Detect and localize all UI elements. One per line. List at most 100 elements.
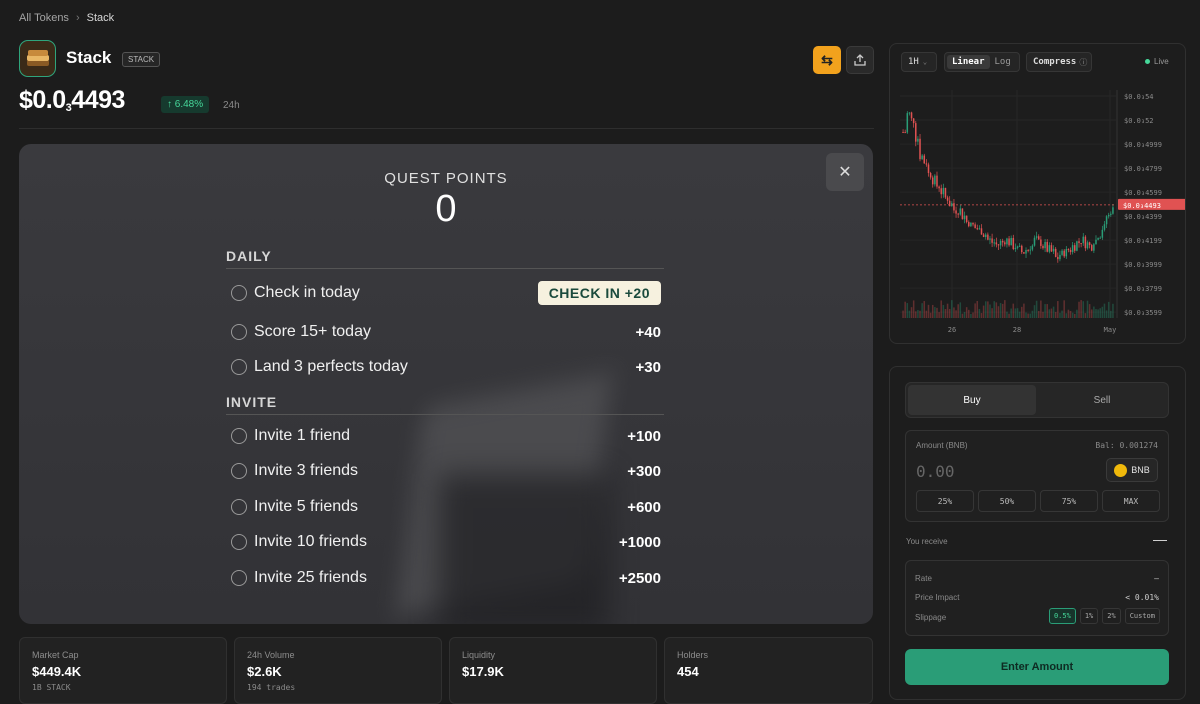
quest-label: Land 3 perfects today <box>254 358 408 375</box>
candle-body <box>929 173 932 178</box>
candle-body <box>955 210 957 214</box>
volume-bar <box>1061 310 1063 318</box>
volume-bar <box>970 313 972 318</box>
preset-max-button[interactable]: MAX <box>1102 490 1160 512</box>
candle-body <box>1097 238 1099 240</box>
candle-body <box>925 163 928 165</box>
stat-label: 24h Volume <box>247 650 295 660</box>
preset-50-button[interactable]: 50% <box>978 490 1036 512</box>
tab-buy[interactable]: Buy <box>908 385 1036 415</box>
enter-amount-button[interactable]: Enter Amount <box>905 649 1169 685</box>
quest-row: Invite 1 friend +100 <box>231 424 661 448</box>
amount-input[interactable]: 0.00 <box>916 462 955 481</box>
compress-toggle[interactable]: Compress ⓘ <box>1026 52 1092 72</box>
check-in-button[interactable]: CHECK IN +20 <box>537 281 661 305</box>
quest-status-circle <box>231 570 247 586</box>
stat-label: Market Cap <box>32 650 79 660</box>
volume-bar <box>1107 301 1110 318</box>
stat-sub: 194 trades <box>247 683 296 692</box>
share-button[interactable] <box>846 46 874 74</box>
candle-body <box>1110 213 1112 215</box>
slippage-custom-button[interactable]: Custom <box>1124 608 1160 624</box>
token-name: Stack <box>66 48 112 67</box>
volume-bar <box>938 312 940 318</box>
volume-bar <box>912 300 915 318</box>
candle-body <box>948 200 951 207</box>
volume-bar <box>1021 306 1023 318</box>
token-symbol-badge: STACK <box>122 52 161 67</box>
candle-body <box>1069 249 1072 253</box>
preset-25-button[interactable]: 25% <box>916 490 974 512</box>
amount-label: Amount (BNB) <box>916 441 968 450</box>
candle-body <box>1037 236 1040 240</box>
candle-body <box>1025 250 1027 254</box>
volume-bar <box>1059 312 1061 318</box>
quest-row: Invite 5 friends +600 <box>231 495 661 519</box>
candle-body <box>965 215 968 223</box>
candle-body <box>944 187 947 198</box>
quest-label: Invite 25 friends <box>254 569 367 586</box>
candle-body <box>1084 236 1087 249</box>
quest-label: Invite 10 friends <box>254 533 367 550</box>
candle-body <box>1033 237 1036 246</box>
stat-label: Liquidity <box>462 650 496 660</box>
currency-select[interactable]: BNB <box>1106 458 1158 482</box>
slippage-2-button[interactable]: 2% <box>1102 608 1121 624</box>
slippage-0-5-button[interactable]: 0.5% <box>1048 608 1076 624</box>
interval-select[interactable]: 1H ⌄ <box>901 52 937 72</box>
scale-linear-button[interactable]: Linear <box>947 55 990 69</box>
stat-value: $449.4K <box>32 664 82 679</box>
volume-bar <box>987 301 989 318</box>
slippage-1-button[interactable]: 1% <box>1079 608 1099 624</box>
stat-volume: 24h Volume $2.6K 194 trades <box>234 637 442 704</box>
volume-bar <box>1023 303 1025 318</box>
receive-label: You receive <box>906 537 948 546</box>
price-change-period: 24h <box>223 100 240 111</box>
y-tick-label: $0.0₃3999 <box>1124 261 1162 269</box>
volume-bar <box>902 310 904 318</box>
volume-bar <box>993 301 995 318</box>
candle-body <box>1008 238 1010 246</box>
candle-body <box>1093 244 1095 251</box>
volume-bar <box>908 310 911 318</box>
candlestick-chart[interactable]: $0.0₃54 $0.0₃52 $0.0₃4999 $0.0₃4799 $0.0₃459… <box>890 80 1186 344</box>
candle-body <box>982 234 985 238</box>
preset-buttons: 25% 50% 75% MAX <box>916 490 1160 512</box>
volume-bar <box>1008 313 1010 318</box>
swap-button[interactable]: ⇆ <box>813 46 841 74</box>
y-tick-label: $0.0₃4199 <box>1124 237 1162 245</box>
candle-body <box>995 242 998 245</box>
candle-body <box>1018 245 1021 247</box>
volume-bar <box>1050 308 1053 318</box>
quest-points-title: QUEST POINTS <box>384 170 508 187</box>
candle-body <box>1103 224 1106 230</box>
breadcrumb-current: Stack <box>86 12 115 24</box>
candle-body <box>1006 238 1008 245</box>
volume-bar <box>910 307 913 318</box>
volume-bar <box>1105 310 1108 318</box>
price-change-badge: ↑ 6.48% <box>161 96 210 113</box>
volume-bar <box>1029 313 1032 318</box>
quest-label: Invite 1 friend <box>254 427 351 444</box>
candle-body <box>1021 245 1023 253</box>
volume-bar <box>929 312 932 318</box>
breadcrumb-all-tokens[interactable]: All Tokens <box>19 12 69 24</box>
preset-75-button[interactable]: 75% <box>1040 490 1098 512</box>
x-tick-label: 26 <box>948 326 956 334</box>
stat-holders: Holders 454 <box>664 637 873 704</box>
scale-log-button[interactable]: Log <box>990 55 1016 69</box>
tab-sell[interactable]: Sell <box>1038 385 1166 415</box>
volume-bar <box>984 301 987 318</box>
y-tick-label: $0.0₃4999 <box>1124 141 1162 149</box>
candle-body <box>1001 240 1004 243</box>
quest-status-circle <box>231 359 247 375</box>
share-icon <box>854 54 866 66</box>
quest-row: Score 15+ today +40 <box>231 320 661 344</box>
candle-body <box>934 175 936 185</box>
candle-body <box>963 215 966 220</box>
volume-bar <box>976 300 979 318</box>
volume-bar <box>1080 300 1082 318</box>
volume-bar <box>951 300 953 318</box>
candle-body <box>970 222 972 227</box>
candle-body <box>1048 245 1051 252</box>
